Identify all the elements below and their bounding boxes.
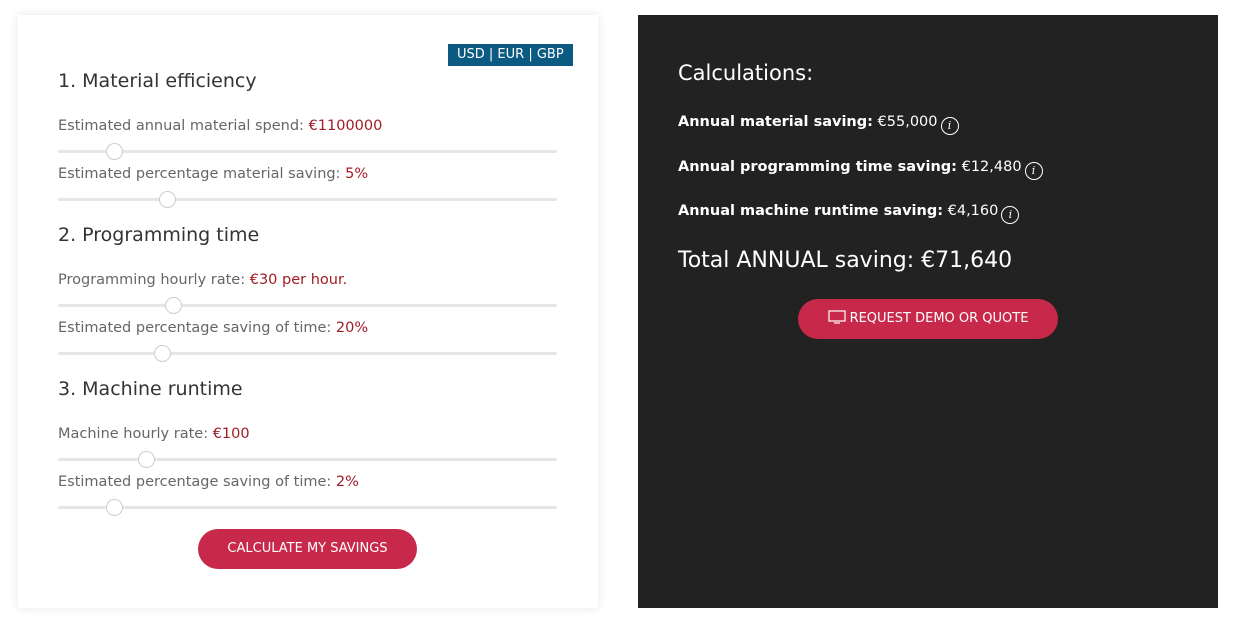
field-value: 20% (335, 320, 369, 336)
request-demo-button[interactable]: REQUEST DEMO OR QUOTE (798, 299, 1058, 339)
machine-saving-slider[interactable] (58, 499, 557, 516)
runtime-saving-row: Annual machine runtime saving: €4,160 i (678, 203, 1020, 224)
programming-saving-slider[interactable] (58, 345, 557, 362)
programming-rate-slider[interactable] (58, 297, 557, 314)
field-label: Estimated percentage saving of time: 2% (58, 474, 359, 490)
label-text: Estimated annual material spend: (58, 118, 304, 134)
calculations-panel: Calculations: Annual material saving: €5… (638, 15, 1218, 608)
row-label: Annual machine runtime saving: (678, 203, 944, 219)
calculations-title: Calculations: (678, 61, 814, 85)
field-value: €1100000 (308, 118, 383, 134)
savings-calculator-form: USD | EUR | GBP 1. Material efficiency E… (18, 15, 598, 608)
label-text: Machine hourly rate: (58, 426, 209, 442)
total-saving: Total ANNUAL saving: €71,640 (678, 248, 1013, 273)
slider-thumb[interactable] (105, 143, 123, 160)
field-label: Estimated annual material spend: €110000… (58, 118, 382, 134)
programming-saving-row: Annual programming time saving: €12,480 i (678, 159, 1043, 180)
field-value: 5% (345, 166, 369, 182)
material-saving-row: Annual material saving: €55,000 i (678, 114, 959, 135)
row-value: €4,160 (947, 203, 999, 219)
label-text: Programming hourly rate: (58, 272, 246, 288)
field-value: €100 (212, 426, 250, 442)
machine-rate-slider[interactable] (58, 451, 557, 468)
section-title: 1. Material efficiency (58, 70, 257, 92)
calculate-savings-button[interactable]: CALCULATE MY SAVINGS (198, 529, 417, 569)
field-label: Machine hourly rate: €100 (58, 426, 250, 442)
info-icon[interactable]: i (1024, 162, 1043, 180)
slider-thumb[interactable] (137, 451, 155, 468)
info-icon[interactable]: i (940, 117, 959, 135)
material-saving-slider[interactable] (58, 191, 557, 208)
info-icon[interactable]: i (1001, 206, 1020, 224)
row-label: Annual material saving: (678, 114, 873, 130)
slider-thumb[interactable] (158, 191, 176, 208)
section-title: 3. Machine runtime (58, 378, 243, 400)
row-value: €12,480 (961, 159, 1022, 175)
field-label: Programming hourly rate: €30 per hour. (58, 272, 347, 288)
section-title: 2. Programming time (58, 224, 260, 246)
row-label: Annual programming time saving: (678, 159, 957, 175)
button-label: REQUEST DEMO OR QUOTE (849, 311, 1029, 326)
slider-thumb[interactable] (105, 499, 123, 516)
field-label: Estimated percentage material saving: 5% (58, 166, 368, 182)
label-text: Estimated percentage saving of time: (58, 474, 332, 490)
row-value: €55,000 (877, 114, 938, 130)
field-value: 2% (335, 474, 359, 490)
material-spend-slider[interactable] (58, 143, 557, 160)
currency-switch[interactable]: USD | EUR | GBP (448, 44, 573, 66)
slider-thumb[interactable] (164, 297, 182, 314)
monitor-icon (827, 310, 846, 324)
label-text: Estimated percentage saving of time: (58, 320, 332, 336)
label-text: Estimated percentage material saving: (58, 166, 341, 182)
field-label: Estimated percentage saving of time: 20% (58, 320, 368, 336)
field-value: €30 per hour. (249, 272, 348, 288)
slider-thumb[interactable] (153, 345, 171, 362)
